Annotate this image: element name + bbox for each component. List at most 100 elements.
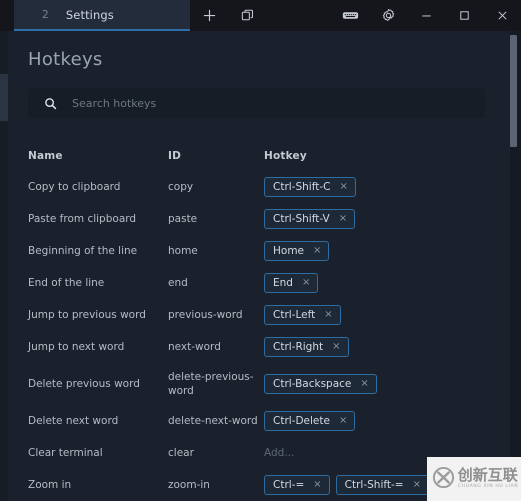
- hotkey-chip-label: Ctrl-Left: [273, 309, 316, 321]
- tab-index: 2: [42, 8, 49, 21]
- left-rail: [0, 31, 8, 501]
- cell-id: paste: [168, 213, 198, 225]
- cell-name: Delete previous word: [28, 378, 140, 390]
- hotkey-chip-label: Ctrl-Backspace: [273, 378, 352, 390]
- hotkey-chip[interactable]: Ctrl-Shift-C ×: [264, 177, 356, 197]
- terminal-settings-window: 2 Settings Hotkeys Search hotkeys Name I…: [0, 0, 521, 501]
- hotkey-chip[interactable]: Ctrl-Right ×: [264, 337, 349, 357]
- remove-hotkey-icon[interactable]: ×: [324, 310, 332, 320]
- left-rail-indicator[interactable]: [0, 74, 8, 121]
- hotkey-chip-label: Ctrl-Shift-V: [273, 213, 330, 225]
- table-row: Jump to next word next-word Ctrl-Right ×: [28, 331, 498, 363]
- cell-hotkeys: Ctrl-Shift-C ×: [264, 177, 498, 197]
- cell-name: Clear terminal: [28, 447, 103, 459]
- cell-hotkeys: Ctrl-Backspace ×: [264, 374, 498, 394]
- cell-id: clear: [168, 447, 194, 459]
- cell-hotkeys: Ctrl-Left ×: [264, 305, 498, 325]
- settings-content: Hotkeys Name ID Hotkey Copy to clipboard…: [8, 31, 510, 501]
- hotkey-chip[interactable]: Home ×: [264, 241, 330, 261]
- tab-settings[interactable]: 2 Settings: [14, 0, 190, 31]
- hotkey-chip[interactable]: Ctrl-Left ×: [264, 305, 341, 325]
- remove-hotkey-icon[interactable]: ×: [313, 246, 321, 256]
- table-row: Copy to clipboard copy Ctrl-Shift-C ×: [28, 171, 498, 203]
- cell-hotkeys: Ctrl-Delete ×: [264, 411, 498, 431]
- column-header-hotkey: Hotkey: [264, 150, 307, 162]
- copy-windows-icon: [240, 8, 255, 23]
- keyboard-button[interactable]: [331, 0, 369, 31]
- watermark-logo-icon: [432, 466, 455, 493]
- vertical-scrollbar[interactable]: [510, 31, 517, 501]
- hotkey-chip-label: Home: [273, 245, 305, 257]
- new-tab-button[interactable]: [190, 0, 228, 31]
- title-bar: 2 Settings: [0, 0, 521, 31]
- hotkey-chip[interactable]: Ctrl-Delete ×: [264, 411, 356, 431]
- close-icon: [496, 9, 509, 22]
- cell-id: zoom-in: [168, 479, 210, 491]
- keyboard-icon: [342, 9, 359, 22]
- watermark-text: 创新互联 CHUANG XIN HU LIAN: [458, 468, 519, 490]
- table-row: Delete previous word delete-previous-word…: [28, 363, 498, 405]
- column-header-id: ID: [168, 150, 182, 162]
- cell-id: delete-previous-word: [168, 371, 254, 397]
- remove-hotkey-icon[interactable]: ×: [313, 480, 321, 490]
- table-header-row: Name ID Hotkey: [28, 141, 498, 171]
- search-input[interactable]: [72, 96, 485, 110]
- hotkey-chip-label: Ctrl-Shift-C: [273, 181, 331, 193]
- add-hotkey-placeholder[interactable]: Add...: [264, 446, 294, 460]
- tab-title: Settings: [65, 7, 114, 22]
- cell-hotkeys: Ctrl-Right ×: [264, 337, 498, 357]
- gear-icon: [381, 8, 396, 23]
- maximize-icon: [458, 9, 471, 22]
- cell-id: copy: [168, 181, 194, 193]
- remove-hotkey-icon[interactable]: ×: [332, 342, 340, 352]
- hotkey-chip[interactable]: Ctrl-Shift-V ×: [264, 209, 356, 229]
- hotkey-chip[interactable]: Ctrl-Shift-= ×: [335, 475, 429, 495]
- hotkeys-table: Name ID Hotkey Copy to clipboard copy Ctrl…: [28, 141, 498, 501]
- hotkey-chip-label: Ctrl-Delete: [273, 415, 330, 427]
- remove-hotkey-icon[interactable]: ×: [339, 416, 347, 426]
- remove-hotkey-icon[interactable]: ×: [339, 214, 347, 224]
- cell-id: delete-next-word: [168, 415, 258, 427]
- hotkey-chip-label: Ctrl-Shift-=: [344, 479, 404, 491]
- settings-button[interactable]: [369, 0, 407, 31]
- remove-hotkey-icon[interactable]: ×: [302, 278, 310, 288]
- cell-hotkeys: Home ×: [264, 241, 498, 261]
- close-button[interactable]: [483, 0, 521, 31]
- remove-hotkey-icon[interactable]: ×: [413, 480, 421, 490]
- cell-name: Zoom in: [28, 479, 72, 491]
- remove-hotkey-icon[interactable]: ×: [360, 379, 368, 389]
- table-row: Jump to previous word previous-word Ctrl-L…: [28, 299, 498, 331]
- watermark: 创新互联 CHUANG XIN HU LIAN: [427, 457, 521, 501]
- table-row: Beginning of the line home Home ×: [28, 235, 498, 267]
- table-row: Delete next word delete-next-word Ctrl-Del…: [28, 405, 498, 437]
- minimize-button[interactable]: [407, 0, 445, 31]
- cell-name: Paste from clipboard: [28, 213, 137, 225]
- cell-name: Jump to next word: [28, 341, 125, 353]
- hotkey-chip[interactable]: End ×: [264, 273, 319, 293]
- cell-id: next-word: [168, 341, 221, 353]
- column-header-name: Name: [28, 150, 63, 162]
- plus-icon: [202, 8, 217, 23]
- minimize-icon: [420, 9, 433, 22]
- cell-name: End of the line: [28, 277, 105, 289]
- hotkey-chip[interactable]: Ctrl-= ×: [264, 475, 330, 495]
- split-pane-button[interactable]: [228, 0, 266, 31]
- maximize-button[interactable]: [445, 0, 483, 31]
- table-row: Paste from clipboard paste Ctrl-Shift-V ×: [28, 203, 498, 235]
- watermark-en: CHUANG XIN HU LIAN: [457, 484, 519, 490]
- cell-hotkeys: Ctrl-Shift-V ×: [264, 209, 498, 229]
- hotkey-chip-label: Ctrl-Right: [273, 341, 324, 353]
- vertical-scrollbar-thumb[interactable]: [510, 35, 517, 147]
- cell-id: home: [168, 245, 198, 257]
- titlebar-left-pad: [0, 0, 14, 31]
- cell-hotkeys: End ×: [264, 273, 498, 293]
- hotkey-chip-label: End: [273, 277, 293, 289]
- cell-id: end: [168, 277, 188, 289]
- cell-id: previous-word: [168, 309, 243, 321]
- hotkey-chip[interactable]: Ctrl-Backspace ×: [264, 374, 377, 394]
- remove-hotkey-icon[interactable]: ×: [339, 182, 347, 192]
- hotkey-chip-label: Ctrl-=: [273, 479, 305, 491]
- search-bar[interactable]: [28, 88, 485, 118]
- cell-name: Delete next word: [28, 415, 119, 427]
- table-body: Copy to clipboard copy Ctrl-Shift-C × Paste …: [28, 171, 498, 501]
